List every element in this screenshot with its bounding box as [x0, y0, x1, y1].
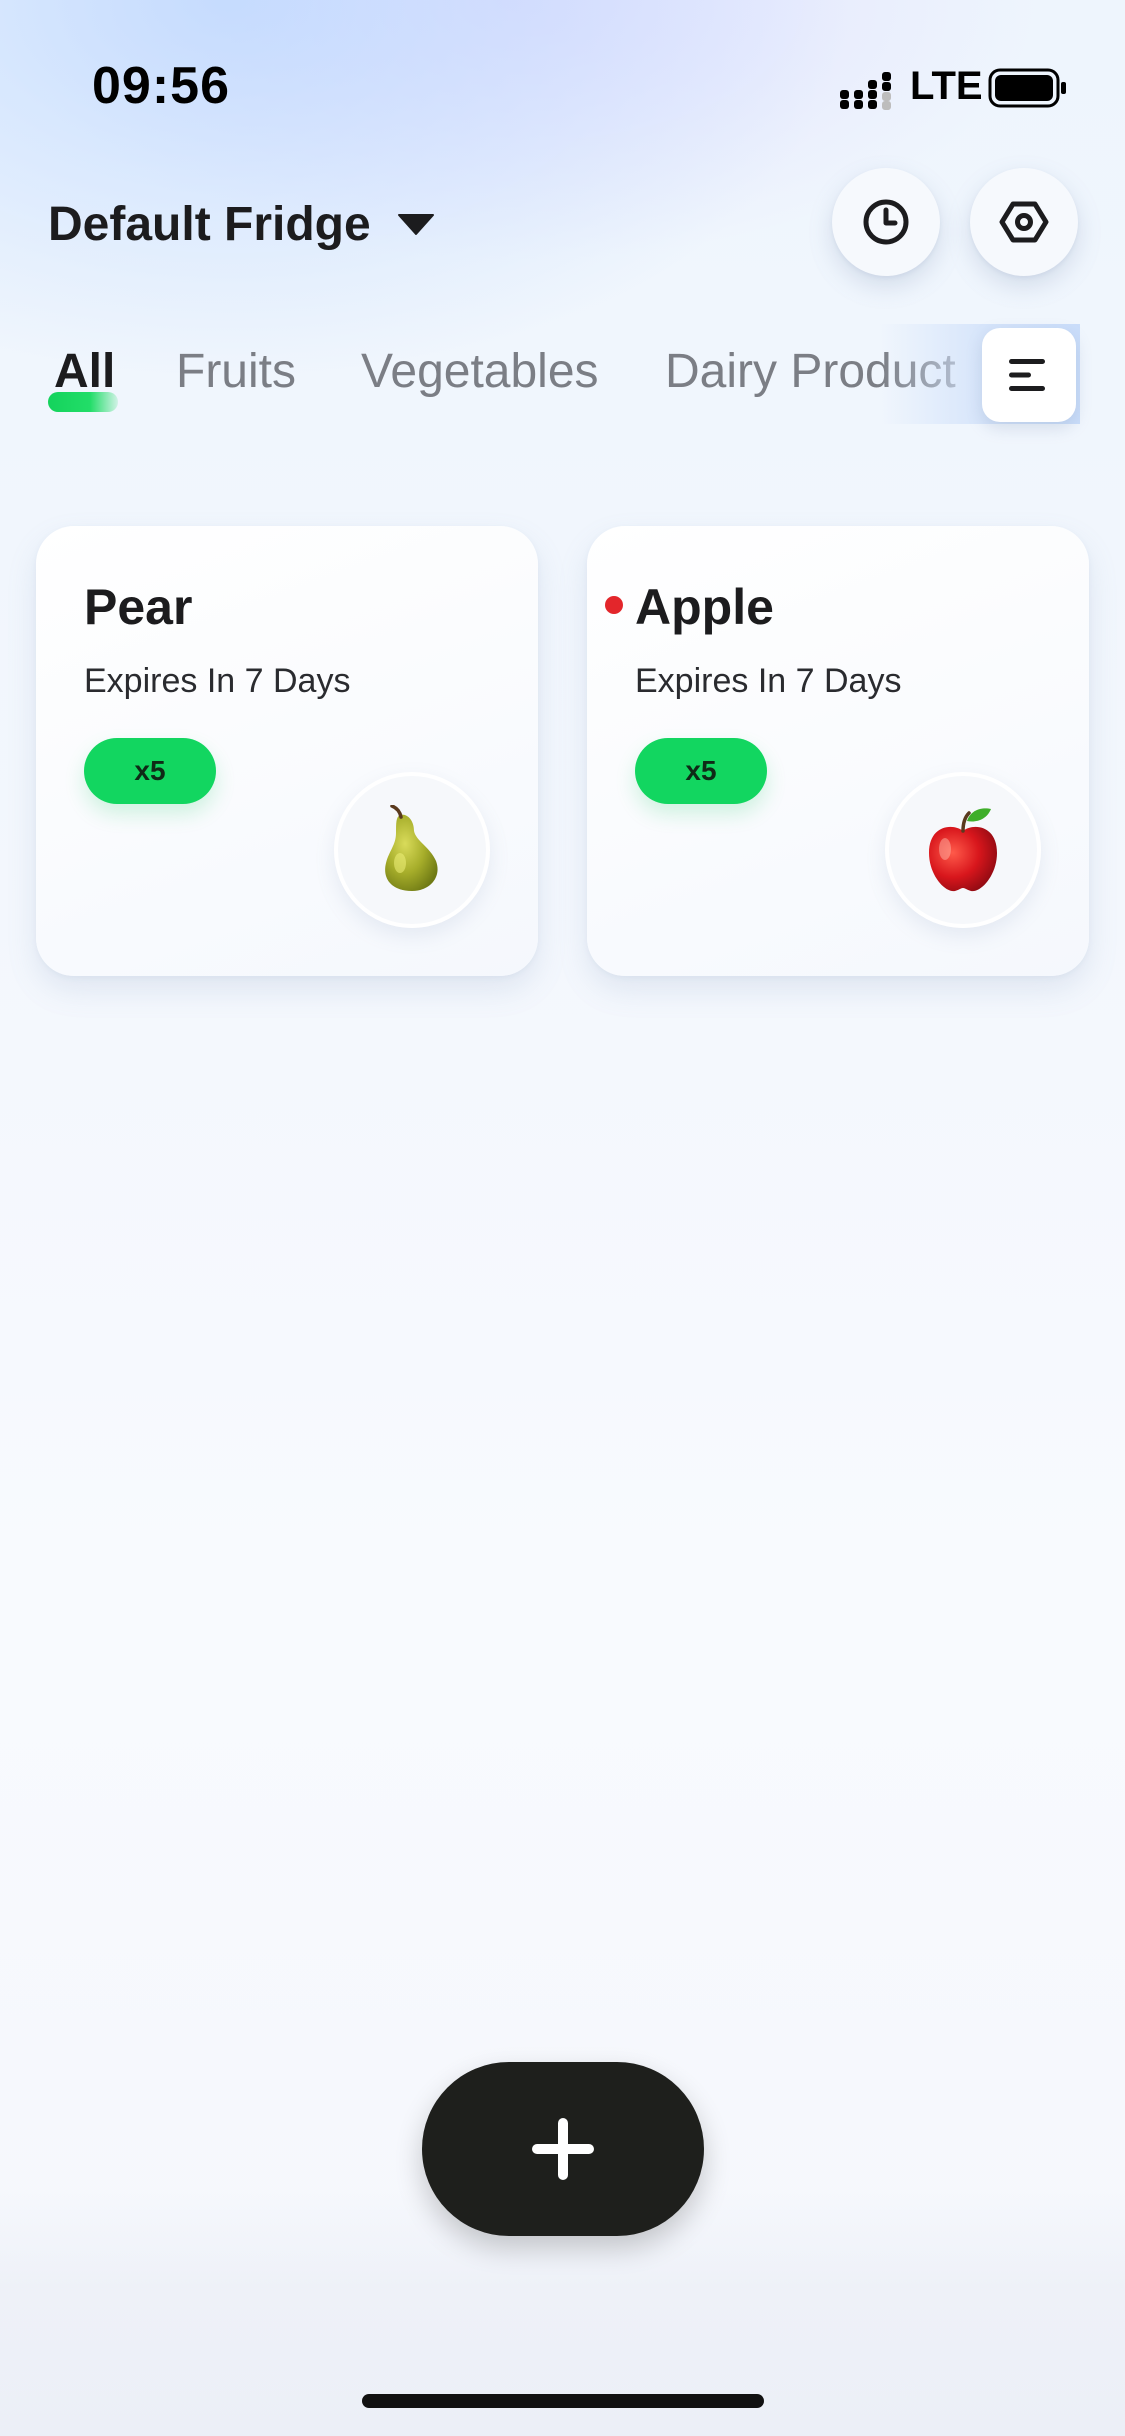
status-time: 09:56 — [92, 57, 230, 115]
quantity-badge: x5 — [635, 738, 767, 804]
signal-bars-icon — [840, 72, 891, 110]
home-indicator[interactable] — [362, 2394, 764, 2408]
quantity-badge: x5 — [84, 738, 216, 804]
plus-icon — [532, 2118, 594, 2180]
item-name: Apple — [635, 579, 774, 635]
expiry-alert-dot — [605, 596, 623, 614]
caret-down-icon — [397, 214, 434, 235]
status-bar: 09:56 LTE — [0, 0, 1125, 150]
fruit-image-circle — [885, 772, 1041, 928]
fridge-title: Default Fridge — [48, 197, 371, 251]
apple-icon — [929, 808, 997, 892]
settings-button[interactable] — [970, 168, 1078, 276]
settings-hex-icon — [999, 201, 1049, 243]
pear-icon — [385, 805, 438, 891]
category-menu-button[interactable] — [982, 328, 1076, 422]
item-card-pear[interactable]: Pear Expires In 7 Days x5 — [36, 526, 538, 976]
network-label: LTE — [910, 64, 983, 108]
item-expiry: Expires In 7 Days — [635, 662, 902, 700]
fruit-image-circle — [334, 772, 490, 928]
active-tab-indicator — [48, 392, 118, 412]
tab-all[interactable]: All — [54, 344, 115, 399]
menu-lines-icon — [1009, 359, 1045, 391]
tab-fruits[interactable]: Fruits — [176, 344, 296, 399]
item-name: Pear — [84, 579, 193, 635]
item-expiry: Expires In 7 Days — [84, 662, 351, 700]
battery-icon — [988, 68, 1066, 108]
history-button[interactable] — [832, 168, 940, 276]
add-item-button[interactable] — [422, 2062, 704, 2236]
item-card-apple[interactable]: Apple Expires In 7 Days x5 — [587, 526, 1089, 976]
fridge-selector[interactable]: Default Fridge — [48, 188, 435, 260]
tab-vegetables[interactable]: Vegetables — [361, 344, 599, 399]
tab-dairy-product[interactable]: Dairy Product — [665, 344, 956, 399]
history-clock-icon — [863, 199, 909, 245]
category-tabs: All Fruits Vegetables Dairy Product — [0, 320, 1125, 430]
